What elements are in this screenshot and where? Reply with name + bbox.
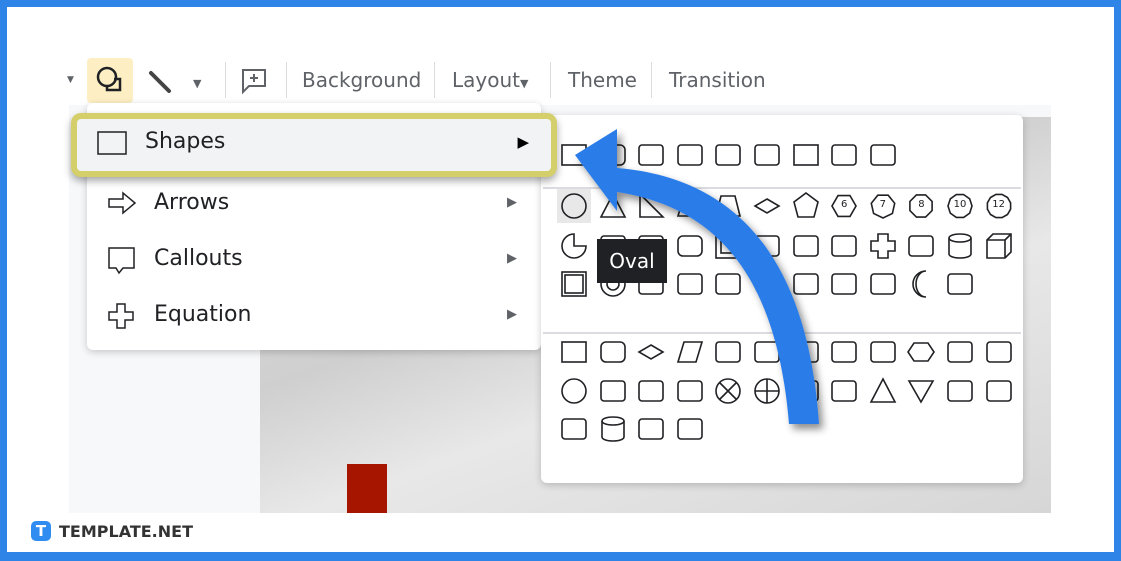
curved-arrow-icon: [575, 129, 819, 424]
logo: T TEMPLATE.NET: [31, 519, 193, 543]
logo-text: TEMPLATE.NET: [59, 521, 193, 541]
logo-mark: T: [31, 521, 51, 541]
frame: ▼ ▼ Background Layout▼ Theme Transition …: [7, 7, 1114, 552]
annotation-arrow: [575, 129, 819, 424]
